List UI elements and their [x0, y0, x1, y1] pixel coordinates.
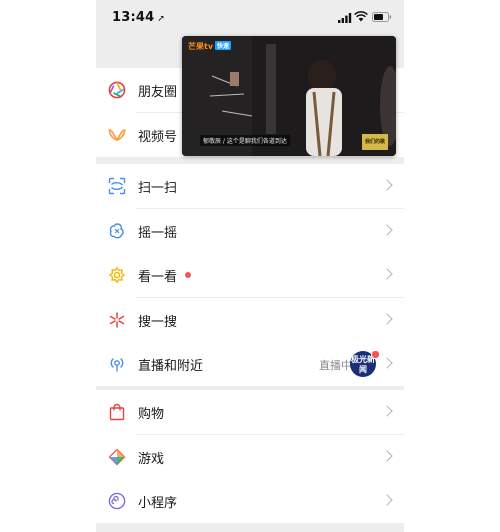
search-icon	[109, 312, 125, 328]
floating-video-window[interactable]: 芒果tv 快速 郁敬辰 / 这个是聊我们各道到达 我们的歌	[182, 36, 396, 156]
moments-icon	[108, 81, 126, 99]
menu-item-live-nearby[interactable]: 直播和附近 直播中 极光新闻	[96, 342, 404, 386]
live-status-text: 直播中	[319, 359, 352, 372]
chevron-right-icon	[381, 224, 393, 236]
menu-label: 搜一搜	[138, 315, 178, 330]
show-logo: 我们的歌	[362, 134, 388, 150]
channel-logo: 芒果tv 快速	[188, 41, 232, 52]
menu-item-shake[interactable]: 摇一摇	[109, 208, 404, 253]
signal-icon	[338, 13, 352, 23]
battery-icon	[372, 12, 392, 22]
channels-icon	[108, 129, 126, 142]
menu-label: 购物	[138, 407, 165, 422]
chevron-right-icon	[381, 179, 393, 191]
menu-item-shopping[interactable]: 购物	[96, 390, 404, 434]
channel-tag: 快速	[215, 41, 232, 50]
menu-group-mini-programs: 小程序	[96, 479, 404, 523]
menu-label: 小程序	[138, 496, 178, 511]
live-nearby-icon	[110, 358, 124, 372]
menu-group-live: 直播和附近 直播中 极光新闻	[96, 342, 404, 386]
location-icon: ➚	[157, 14, 166, 24]
scan-icon	[108, 177, 126, 195]
chevron-right-icon	[381, 357, 393, 369]
chevron-right-icon	[381, 405, 393, 417]
shake-icon	[109, 223, 124, 239]
video-caption: 郁敬辰 / 这个是聊我们各道到达	[200, 135, 290, 146]
time-text: 13:44	[112, 10, 155, 25]
menu-group-discover: 看一看 搜一搜	[96, 253, 404, 342]
menu-item-scan[interactable]: 扫一扫	[96, 164, 404, 208]
chevron-right-icon	[381, 450, 393, 462]
menu-item-games[interactable]: 游戏	[108, 434, 404, 479]
channel-logo-text: 芒果tv	[188, 42, 214, 51]
menu-label: 直播和附近	[138, 359, 204, 374]
menu-item-search[interactable]: 搜一搜	[109, 297, 404, 342]
chevron-right-icon	[381, 313, 393, 325]
chevron-right-icon	[381, 494, 393, 506]
menu-group-tools: 扫一扫 摇一摇	[96, 164, 404, 253]
menu-label: 看一看	[138, 270, 178, 285]
status-bar: 13:44 ➚	[96, 0, 404, 36]
top-stories-icon	[108, 266, 126, 284]
games-icon	[108, 448, 126, 466]
menu-label: 视频号	[138, 130, 178, 145]
status-time: 13:44 ➚	[112, 10, 165, 25]
live-badge-dot	[371, 350, 380, 359]
menu-item-mini-programs[interactable]: 小程序	[96, 479, 404, 523]
wifi-icon	[354, 11, 368, 22]
menu-label: 游戏	[138, 452, 165, 467]
chevron-right-icon	[381, 268, 393, 280]
new-content-dot	[185, 272, 191, 278]
menu-group-commerce: 购物 游戏	[96, 390, 404, 479]
menu-label: 摇一摇	[138, 226, 178, 241]
menu-label: 朋友圈	[138, 85, 178, 100]
menu-label: 扫一扫	[138, 181, 178, 196]
menu-item-top-stories[interactable]: 看一看	[96, 253, 404, 297]
shopping-icon	[109, 403, 125, 421]
mini-programs-icon	[108, 492, 126, 510]
